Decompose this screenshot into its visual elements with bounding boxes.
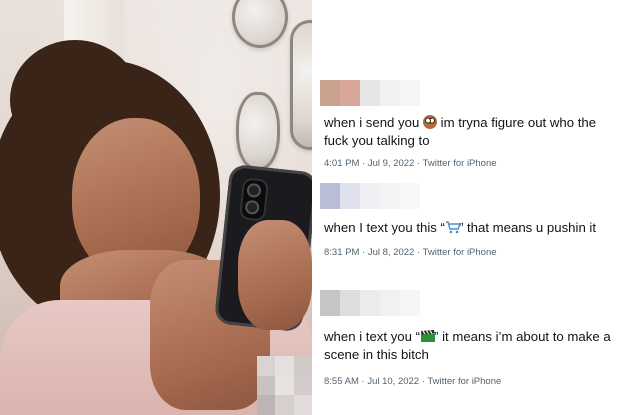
wall-mirror: [290, 20, 312, 150]
pixel-block: [380, 80, 400, 106]
pixel-block: [360, 183, 380, 209]
tweet-text: when I text you this “ ” that means u pus…: [324, 219, 622, 237]
tweet-meta: 4:01 PM · Jul 9, 2022 · Twitter for iPho…: [324, 158, 625, 169]
tweet-text: when i send you im tryna figure out who …: [324, 114, 622, 150]
tweet-client: Twitter for iPhone: [422, 158, 497, 169]
tweet-text-part: when i text you “: [324, 329, 421, 344]
tweet-time: 8:55 AM: [324, 376, 359, 387]
tweet-date: Jul 10, 2022: [367, 376, 420, 387]
pixel-block: [340, 290, 360, 316]
tweet-text-part: when I text you this “: [324, 220, 445, 235]
pixel-block: [400, 290, 420, 316]
pixel-block: [320, 80, 340, 106]
meta-separator: ·: [362, 158, 366, 169]
photo-panel: [0, 0, 312, 415]
hand: [238, 220, 312, 330]
tweet-time: 8:31 PM: [324, 247, 360, 258]
pixel-block: [380, 183, 400, 209]
tweet-client: Twitter for iPhone: [427, 376, 502, 387]
pixel-block: [340, 183, 360, 209]
meta-separator: ·: [416, 247, 421, 258]
meta-separator: ·: [362, 247, 366, 258]
tweet-client: Twitter for iPhone: [422, 247, 497, 258]
meta-separator: ·: [416, 158, 421, 169]
shopping-cart-emoji-icon: [445, 220, 461, 234]
tweet-text: when i text you “” it means i’m about to…: [324, 328, 622, 364]
pixel-block: [320, 183, 340, 209]
wall-plate: [236, 92, 280, 170]
tweet-date: Jul 9, 2022: [367, 158, 415, 169]
tweet-card: when i send you im tryna figure out who …: [314, 80, 625, 169]
pixel-block: [320, 290, 340, 316]
pixelated-avatar-name: [320, 183, 625, 209]
pixel-block: [380, 290, 400, 316]
camera-module-icon: [238, 177, 270, 222]
pixel-block: [360, 80, 380, 106]
meta-separator: ·: [361, 376, 365, 387]
tweet-card: when I text you this “ ” that means u pus…: [314, 183, 625, 258]
clapper-board-emoji-icon: [420, 329, 436, 343]
tweet-meta: 8:31 PM · Jul 8, 2022 · Twitter for iPho…: [324, 247, 625, 258]
pixel-block: [360, 290, 380, 316]
pixelated-avatar-name: [320, 290, 625, 316]
tweet-time: 4:01 PM: [324, 158, 360, 169]
pixelated-avatar-name: [320, 80, 625, 106]
owl-emoji-icon: [422, 115, 437, 129]
pixelated-watermark: [257, 356, 312, 415]
pixel-block: [400, 183, 420, 209]
pixel-block: [340, 80, 360, 106]
meta-separator: ·: [421, 376, 425, 387]
tweet-card: when i text you “” it means i’m about to…: [314, 290, 625, 387]
tweet-text-part: when i send you: [324, 115, 423, 130]
pixel-block: [400, 80, 420, 106]
tweet-text-part: ” that means u pushin it: [458, 220, 597, 235]
tweet-meta: 8:55 AM · Jul 10, 2022 · Twitter for iPh…: [324, 376, 625, 387]
tweets-panel: when i send you im tryna figure out who …: [314, 0, 625, 415]
tweet-date: Jul 8, 2022: [367, 247, 415, 258]
